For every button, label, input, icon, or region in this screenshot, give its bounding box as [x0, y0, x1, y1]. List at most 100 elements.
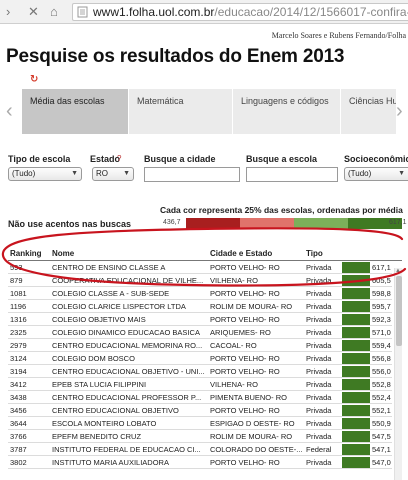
score-cell: 552,8: [342, 379, 392, 390]
type-cell: Privada: [306, 419, 332, 428]
tabs-next-arrow-icon[interactable]: ›: [396, 100, 403, 122]
help-icon[interactable]: ?: [117, 154, 121, 163]
column-header-cidade[interactable]: Cidade e Estado: [210, 249, 272, 258]
table-row[interactable]: 3412 EPEB STA LUCIA FILIPPINI VILHENA- RO P…: [8, 378, 392, 391]
table-row[interactable]: 3194 CENTRO EDUCACIONAL OBJETIVO - UNI...…: [8, 365, 392, 378]
school-name-cell: INSTITUTO MARIA AUXILIADORA: [52, 458, 169, 467]
tab-matematica[interactable]: Matemática: [128, 89, 232, 134]
school-name-cell: CENTRO EDUCACIONAL PROFESSOR P...: [52, 393, 202, 402]
table-row[interactable]: 2325 COLEGIO DINAMICO EDUCACAO BASICA ARIQ…: [8, 326, 392, 339]
city-cell: PORTO VELHO- RO: [210, 354, 280, 363]
filter-tipo-value: (Tudo): [12, 169, 36, 178]
table-row[interactable]: 879 COOPERATIVA EDUCACIONAL DE VILHE... VI…: [8, 274, 392, 287]
table-row[interactable]: 1316 COLEGIO OBJETIVO MAIS PORTO VELHO- RO…: [8, 313, 392, 326]
column-header-ranking[interactable]: Ranking: [10, 249, 42, 258]
score-value: 552,8: [372, 380, 391, 389]
score-cell: 547,1: [342, 444, 392, 455]
score-color-swatch: [342, 288, 370, 299]
search-hint: Não use acentos nas buscas: [8, 219, 132, 229]
school-name-cell: COLEGIO DOM BOSCO: [52, 354, 135, 363]
tabs-strip: Média das escolas Matemática Linguagens …: [22, 89, 396, 134]
table-row[interactable]: 1081 COLEGIO CLASSE A - SUB-SEDE PORTO VEL…: [8, 287, 392, 300]
ranking-cell: 3124: [10, 354, 27, 363]
score-cell: 571,0: [342, 327, 392, 338]
results-table-body: 593 CENTRO DE ENSINO CLASSE A PORTO VELHO-…: [0, 261, 408, 480]
forward-icon[interactable]: ›: [6, 4, 10, 20]
score-cell: 547,0: [342, 457, 392, 468]
table-row[interactable]: 3644 ESCOLA MONTEIRO LOBATO ESPIGAO D OEST…: [8, 417, 392, 430]
type-cell: Privada: [306, 393, 332, 402]
table-row[interactable]: 593 CENTRO DE ENSINO CLASSE A PORTO VELHO-…: [8, 261, 392, 274]
city-cell: ARIQUEMES- RO: [210, 328, 271, 337]
school-name-cell: COLEGIO CLARICE LISPECTOR LTDA: [52, 302, 186, 311]
score-value: 592,3: [372, 315, 391, 324]
school-name-cell: ESCOLA MONTEIRO LOBATO: [52, 419, 157, 428]
city-cell: VILHENA- RO: [210, 380, 258, 389]
address-bar[interactable]: www1.folha.uol.com.br/educacao/2014/12/1…: [72, 3, 408, 21]
table-row[interactable]: 2979 CENTRO EDUCACIONAL MEMORINA RO... CAC…: [8, 339, 392, 352]
table-row[interactable]: 3438 CENTRO EDUCACIONAL PROFESSOR P... PIM…: [8, 391, 392, 404]
filter-label-estado: Estado: [90, 154, 121, 164]
table-row[interactable]: 1196 COLEGIO CLARICE LISPECTOR LTDA ROLIM …: [8, 300, 392, 313]
column-header-tipo[interactable]: Tipo: [306, 249, 323, 258]
score-color-swatch: [342, 418, 370, 429]
score-color-swatch: [342, 262, 370, 273]
score-color-swatch: [342, 431, 370, 442]
home-icon[interactable]: ⌂: [50, 4, 58, 20]
score-color-swatch: [342, 275, 370, 286]
filter-estado-select[interactable]: RO ▼: [92, 167, 134, 181]
address-text: www1.folha.uol.com.br/educacao/2014/12/1…: [93, 5, 408, 20]
type-cell: Privada: [306, 380, 332, 389]
cidade-search-input[interactable]: [144, 167, 240, 182]
city-cell: PORTO VELHO- RO: [210, 406, 280, 415]
score-value: 547,5: [372, 432, 391, 441]
score-value: 571,0: [372, 328, 391, 337]
school-name-cell: COLEGIO CLASSE A - SUB-SEDE: [52, 289, 170, 298]
score-cell: 552,1: [342, 405, 392, 416]
filter-label-cidade: Busque a cidade: [144, 154, 216, 164]
type-cell: Privada: [306, 341, 332, 350]
scroll-up-icon[interactable]: ▲: [395, 268, 401, 274]
color-scale-bar: [186, 218, 402, 229]
table-row[interactable]: 3766 EPEFM BENEDITO CRUZ ROLIM DE MOURA- R…: [8, 430, 392, 443]
score-value: 617,1: [372, 263, 391, 272]
scrollbar-thumb[interactable]: [396, 276, 402, 346]
ranking-cell: 3802: [10, 458, 27, 467]
table-row[interactable]: 3124 COLEGIO DOM BOSCO PORTO VELHO- RO Priv…: [8, 352, 392, 365]
table-row[interactable]: 3456 CENTRO EDUCACIONAL OBJETIVO PORTO VEL…: [8, 404, 392, 417]
ranking-cell: 3438: [10, 393, 27, 402]
ranking-cell: 3412: [10, 380, 27, 389]
ranking-cell: 3194: [10, 367, 27, 376]
score-cell: 550,9: [342, 418, 392, 429]
school-name-cell: CENTRO DE ENSINO CLASSE A: [52, 263, 166, 272]
browser-toolbar: › ✕ ⌂ www1.folha.uol.com.br/educacao/201…: [0, 0, 408, 24]
school-name-cell: COLEGIO DINAMICO EDUCACAO BASICA: [52, 328, 200, 337]
tabs-prev-arrow-icon[interactable]: ‹: [6, 100, 13, 122]
table-row[interactable]: 3787 INSTITUTO FEDERAL DE EDUCACAO CI... C…: [8, 443, 392, 456]
score-value: 598,8: [372, 289, 391, 298]
score-color-swatch: [342, 457, 370, 468]
filter-tipo-select[interactable]: (Tudo) ▼: [8, 167, 82, 181]
table-row[interactable]: 3802 INSTITUTO MARIA AUXILIADORA PORTO VEL…: [8, 456, 392, 469]
type-cell: Privada: [306, 406, 332, 415]
tab-linguagens[interactable]: Linguagens e códigos: [232, 89, 340, 134]
city-cell: PORTO VELHO- RO: [210, 289, 280, 298]
score-color-swatch: [342, 392, 370, 403]
city-cell: ROLIM DE MOURA- RO: [210, 302, 293, 311]
score-cell: 556,8: [342, 353, 392, 364]
table-scrollbar[interactable]: ▲: [394, 268, 402, 480]
city-cell: PORTO VELHO- RO: [210, 263, 280, 272]
tab-media-das-escolas[interactable]: Média das escolas: [22, 89, 128, 134]
filter-socio-select[interactable]: (Tudo) ▼: [344, 167, 408, 181]
column-header-nome[interactable]: Nome: [52, 249, 74, 258]
score-cell: 617,1: [342, 262, 392, 273]
city-cell: COLORADO DO OESTE-...: [210, 445, 303, 454]
ranking-cell: 3766: [10, 432, 27, 441]
page-icon: [77, 6, 88, 18]
type-cell: Privada: [306, 367, 332, 376]
reset-icon[interactable]: ↻: [30, 74, 38, 85]
escola-search-input[interactable]: [246, 167, 338, 182]
tab-ciencias-humanas[interactable]: Ciências Hu: [340, 89, 396, 134]
stop-icon[interactable]: ✕: [28, 4, 39, 20]
score-value: 559,4: [372, 341, 391, 350]
